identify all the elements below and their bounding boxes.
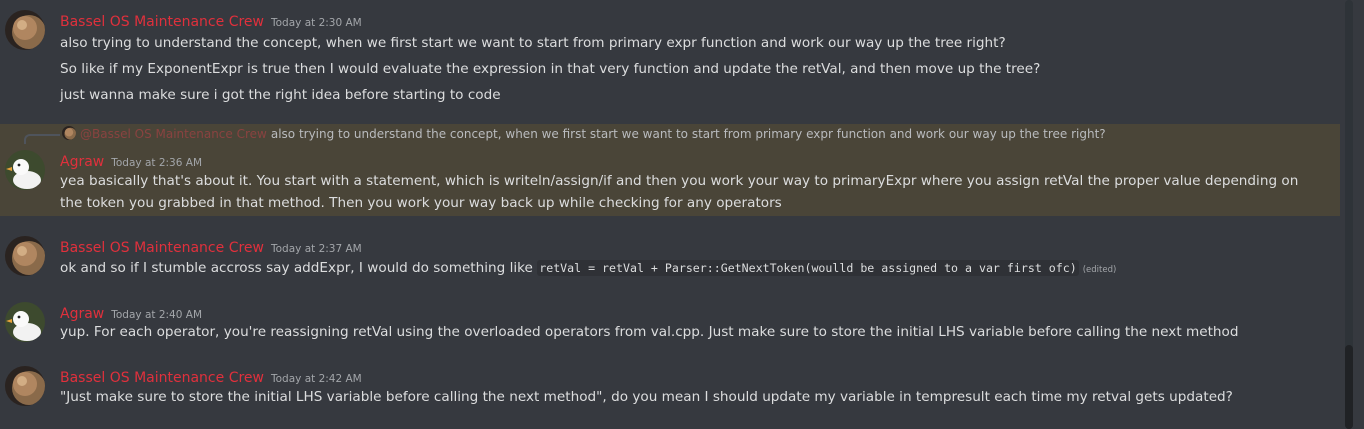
message-text: So like if my ExponentExpr is true then … — [60, 61, 1041, 77]
message-text: yup. For each operator, you're reassigni… — [60, 324, 1239, 340]
reply-mention[interactable]: @Bassel OS Maintenance Crew — [80, 127, 267, 141]
message-text: yea basically that's about it. You start… — [60, 173, 1299, 211]
reply-text: also trying to understand the concept, w… — [270, 127, 1106, 141]
message-group: Agraw Today at 2:36 AM yea basically that… — [0, 148, 1340, 214]
timestamp: Today at 2:42 AM — [270, 373, 362, 385]
message-header: Bassel OS Maintenance Crew Today at 2:30 … — [60, 11, 362, 30]
planet-avatar-icon[interactable] — [5, 236, 45, 276]
author-name[interactable]: Agraw — [60, 306, 104, 322]
author-name[interactable]: Agraw — [60, 154, 104, 170]
message-text: "Just make sure to store the initial LHS… — [60, 389, 1233, 405]
edited-label: (edited) — [1082, 265, 1117, 275]
planet-avatar-icon[interactable] — [5, 10, 45, 50]
duck-avatar-icon[interactable] — [5, 150, 45, 190]
author-name[interactable]: Bassel OS Maintenance Crew — [60, 14, 264, 30]
message-group: Bassel OS Maintenance Crew Today at 2:30 … — [0, 8, 1340, 108]
reply-preview[interactable]: @Bassel OS Maintenance Crew also trying t… — [62, 126, 1106, 144]
message-header: Agraw Today at 2:36 AM — [60, 151, 203, 170]
message-group: Agraw Today at 2:40 AM yup. For each oper… — [0, 300, 1340, 346]
message-text-part: ok and so if I stumble accross say addEx… — [60, 260, 538, 276]
scrollbar-thumb[interactable] — [1345, 345, 1353, 429]
author-name[interactable]: Bassel OS Maintenance Crew — [60, 240, 264, 256]
inline-code: retVal = retVal + Parser::GetNextToken(w… — [537, 260, 1079, 276]
message-header: Agraw Today at 2:40 AM — [60, 303, 203, 322]
duck-avatar-icon[interactable] — [5, 302, 45, 342]
timestamp: Today at 2:36 AM — [111, 157, 203, 169]
message-group: Bassel OS Maintenance Crew Today at 2:42 … — [0, 364, 1340, 410]
planet-avatar-icon — [62, 126, 76, 140]
message-text: also trying to understand the concept, w… — [60, 35, 1006, 51]
chat-messages: Bassel OS Maintenance Crew Today at 2:30 … — [0, 0, 1352, 429]
timestamp: Today at 2:37 AM — [270, 243, 362, 255]
message-text: ok and so if I stumble accross say addEx… — [60, 259, 1116, 279]
message-group: Bassel OS Maintenance Crew Today at 2:37 … — [0, 234, 1340, 280]
message-header: Bassel OS Maintenance Crew Today at 2:37 … — [60, 237, 362, 256]
reply-connector — [24, 134, 60, 144]
message-header: Bassel OS Maintenance Crew Today at 2:42 … — [60, 367, 362, 386]
timestamp: Today at 2:40 AM — [111, 309, 203, 321]
timestamp: Today at 2:30 AM — [270, 17, 362, 29]
message-text: just wanna make sure i got the right ide… — [60, 87, 501, 103]
planet-avatar-icon[interactable] — [5, 366, 45, 406]
author-name[interactable]: Bassel OS Maintenance Crew — [60, 370, 264, 386]
